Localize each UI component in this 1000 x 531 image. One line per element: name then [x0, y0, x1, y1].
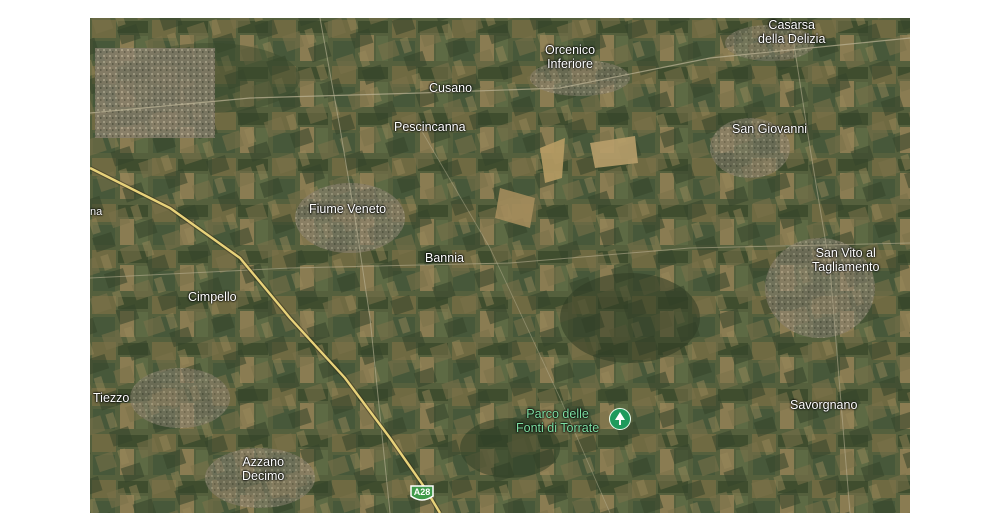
road-shield-a28[interactable]: A28: [409, 484, 435, 504]
place-label-cimpello[interactable]: Cimpello: [188, 290, 237, 304]
road-shield-label: A28: [413, 487, 431, 497]
place-label-orcenico[interactable]: Orcenico Inferiore: [545, 43, 595, 71]
satellite-imagery: [90, 18, 910, 513]
park-marker[interactable]: [609, 408, 631, 430]
place-label-pescincanna[interactable]: Pescincanna: [394, 120, 466, 134]
satellite-map[interactable]: Casarsa della Delizia Orcenico Inferiore…: [90, 18, 910, 513]
place-label-azzano-decimo[interactable]: Azzano Decimo: [242, 455, 284, 483]
park-label[interactable]: Parco delle Fonti di Torrate: [516, 407, 599, 435]
place-label-san-vito[interactable]: San Vito al Tagliamento: [812, 246, 879, 274]
place-label-fiume-veneto[interactable]: Fiume Veneto: [309, 202, 386, 216]
place-label-casarsa[interactable]: Casarsa della Delizia: [758, 18, 825, 46]
place-label-bannia[interactable]: Bannia: [425, 251, 464, 265]
place-label-tiezzo[interactable]: Tiezzo: [93, 391, 129, 405]
place-label-edge-clipped: na: [90, 206, 103, 218]
place-label-cusano[interactable]: Cusano: [429, 81, 472, 95]
tree-icon: [615, 412, 625, 425]
place-label-san-giovanni[interactable]: San Giovanni: [732, 122, 807, 136]
place-label-savorgnano[interactable]: Savorgnano: [790, 398, 857, 412]
